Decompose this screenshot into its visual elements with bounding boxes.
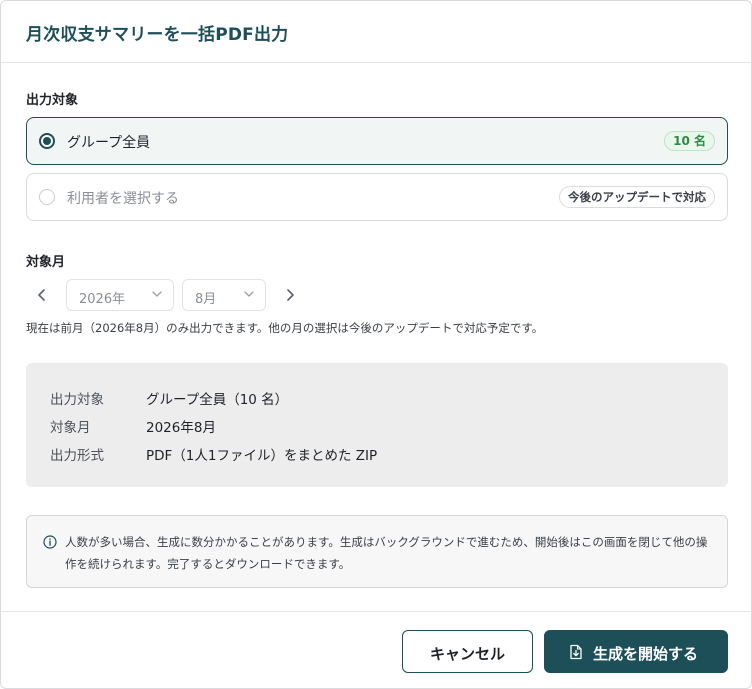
month-section-label: 対象月 — [26, 255, 66, 270]
summary-value: グループ全員（10 名） — [146, 392, 289, 408]
year-value: 2026年 — [79, 292, 126, 307]
chevron-left-icon — [38, 289, 45, 301]
month-selector: 2026年 8月 — [26, 279, 326, 311]
pdf-export-dialog: 月次収支サマリーを一括PDF出力 出力対象 グループ全員 10 名 利用者を選択… — [0, 0, 752, 689]
cancel-button-label: キャンセル — [429, 645, 505, 663]
radio-unselected — [39, 189, 55, 205]
target-option-select-users: 利用者を選択する 今後のアップデートで対応 — [26, 173, 728, 221]
summary-panel: 出力対象 グループ全員（10 名） 対象月 2026年8月 出力形式 PDF（1… — [26, 363, 728, 487]
month-note: 現在は前月（2026年8月）のみ出力できます。他の月の選択は今後のアップデートで… — [26, 321, 544, 335]
summary-key: 出力形式 — [50, 448, 104, 464]
target-section-label: 出力対象 — [26, 93, 79, 108]
next-month-button[interactable] — [280, 285, 300, 305]
year-select[interactable]: 2026年 — [66, 279, 174, 311]
month-select[interactable]: 8月 — [182, 279, 266, 311]
start-generation-button[interactable]: 生成を開始する — [544, 630, 728, 673]
dialog-footer: キャンセル 生成を開始する — [1, 611, 751, 688]
member-count-badge: 10 名 — [664, 131, 715, 151]
file-download-icon — [570, 644, 582, 660]
option-label: グループ全員 — [67, 135, 151, 151]
prev-month-button[interactable] — [32, 285, 52, 305]
summary-value: 2026年8月 — [146, 420, 216, 436]
info-icon — [43, 535, 57, 549]
cancel-button[interactable]: キャンセル — [402, 630, 533, 673]
radio-selected[interactable] — [39, 133, 55, 149]
chevron-down-icon — [244, 291, 254, 297]
chevron-right-icon — [287, 289, 294, 301]
summary-key: 出力対象 — [50, 392, 104, 408]
chevron-down-icon — [152, 291, 162, 297]
option-label: 利用者を選択する — [67, 191, 179, 207]
dialog-header: 月次収支サマリーを一括PDF出力 — [1, 1, 751, 63]
start-button-label: 生成を開始する — [593, 645, 699, 663]
summary-value: PDF（1人1ファイル）をまとめた ZIP — [146, 448, 378, 464]
info-text: 人数が多い場合、生成に数分かかることがあります。生成はバックグラウンドで進むため… — [65, 535, 708, 571]
coming-soon-badge: 今後のアップデートで対応 — [559, 186, 715, 208]
target-option-all-members[interactable]: グループ全員 10 名 — [26, 117, 728, 165]
summary-key: 対象月 — [50, 420, 91, 436]
info-notice: 人数が多い場合、生成に数分かかることがあります。生成はバックグラウンドで進むため… — [26, 515, 728, 588]
month-value: 8月 — [195, 292, 217, 307]
dialog-title: 月次収支サマリーを一括PDF出力 — [26, 25, 289, 45]
